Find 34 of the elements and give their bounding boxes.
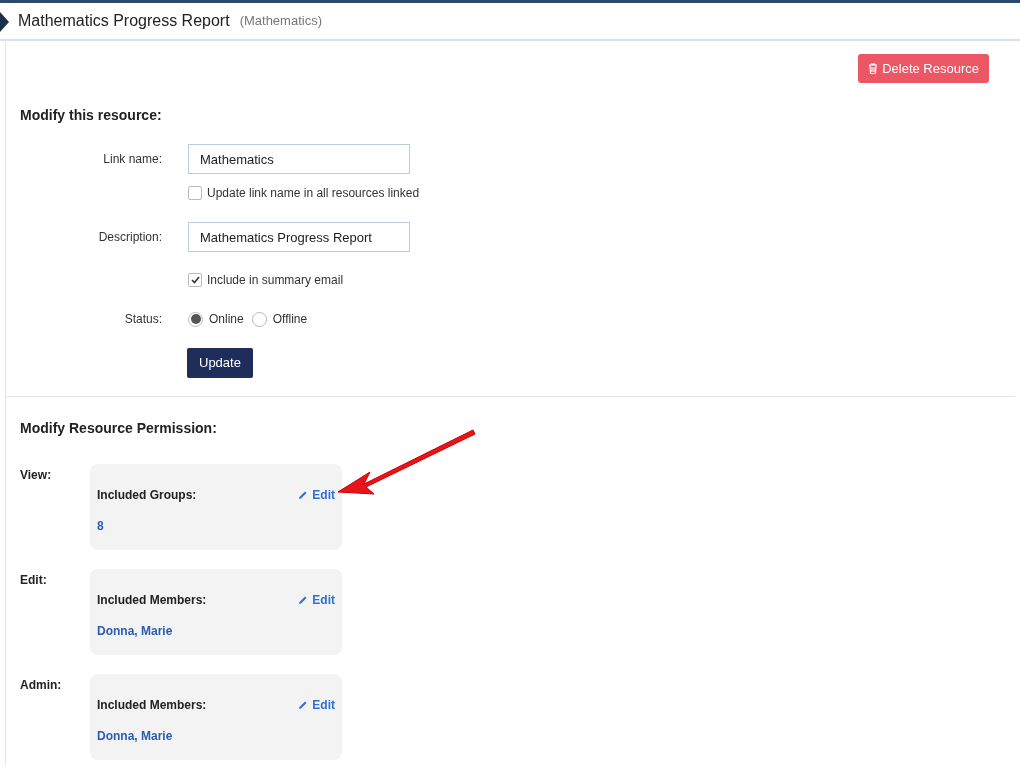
permission-label: Admin: xyxy=(20,677,63,694)
permission-label: Edit: xyxy=(20,572,48,589)
chevron-icon xyxy=(0,12,9,32)
field-label: Description: xyxy=(97,229,162,246)
checkbox-label: Update link name in all resources linked xyxy=(207,185,420,202)
pencil-icon xyxy=(298,700,309,710)
field-label: Link name: xyxy=(102,151,162,168)
card-value[interactable]: 8 xyxy=(97,517,335,535)
permission-label: View: xyxy=(20,467,53,484)
card-value[interactable]: Donna, Marie xyxy=(97,727,335,745)
description-input[interactable]: Mathematics Progress Report xyxy=(188,222,410,252)
edit-link[interactable]: Edit xyxy=(298,696,335,714)
edit-link[interactable]: Edit xyxy=(298,486,335,504)
update-button[interactable]: Update xyxy=(187,348,253,378)
card-value[interactable]: Donna, Marie xyxy=(97,622,335,640)
trash-icon xyxy=(868,63,879,74)
radio-label: Online xyxy=(209,311,244,328)
section-heading: Modify this resource: xyxy=(20,106,163,125)
delete-button[interactable]: Delete Resource xyxy=(858,54,989,83)
pencil-icon xyxy=(298,595,309,605)
pencil-icon xyxy=(298,490,309,500)
section-heading: Modify Resource Permission: xyxy=(20,419,218,438)
card-title: Included Members: xyxy=(97,592,207,609)
card-title: Included Groups: xyxy=(97,487,197,504)
page-title: Mathematics Progress Report xyxy=(18,11,230,31)
checkbox[interactable] xyxy=(188,273,202,287)
edit-link[interactable]: Edit xyxy=(298,591,335,609)
checkbox[interactable] xyxy=(188,186,202,200)
link-name-input[interactable]: Mathematics xyxy=(188,144,410,174)
checkbox-label: Include in summary email xyxy=(207,272,344,289)
radio-label: Offline xyxy=(272,311,308,328)
page-subtitle: (Mathematics) xyxy=(239,12,322,31)
field-label: Status: xyxy=(123,311,162,328)
card-title: Included Members: xyxy=(97,697,207,714)
